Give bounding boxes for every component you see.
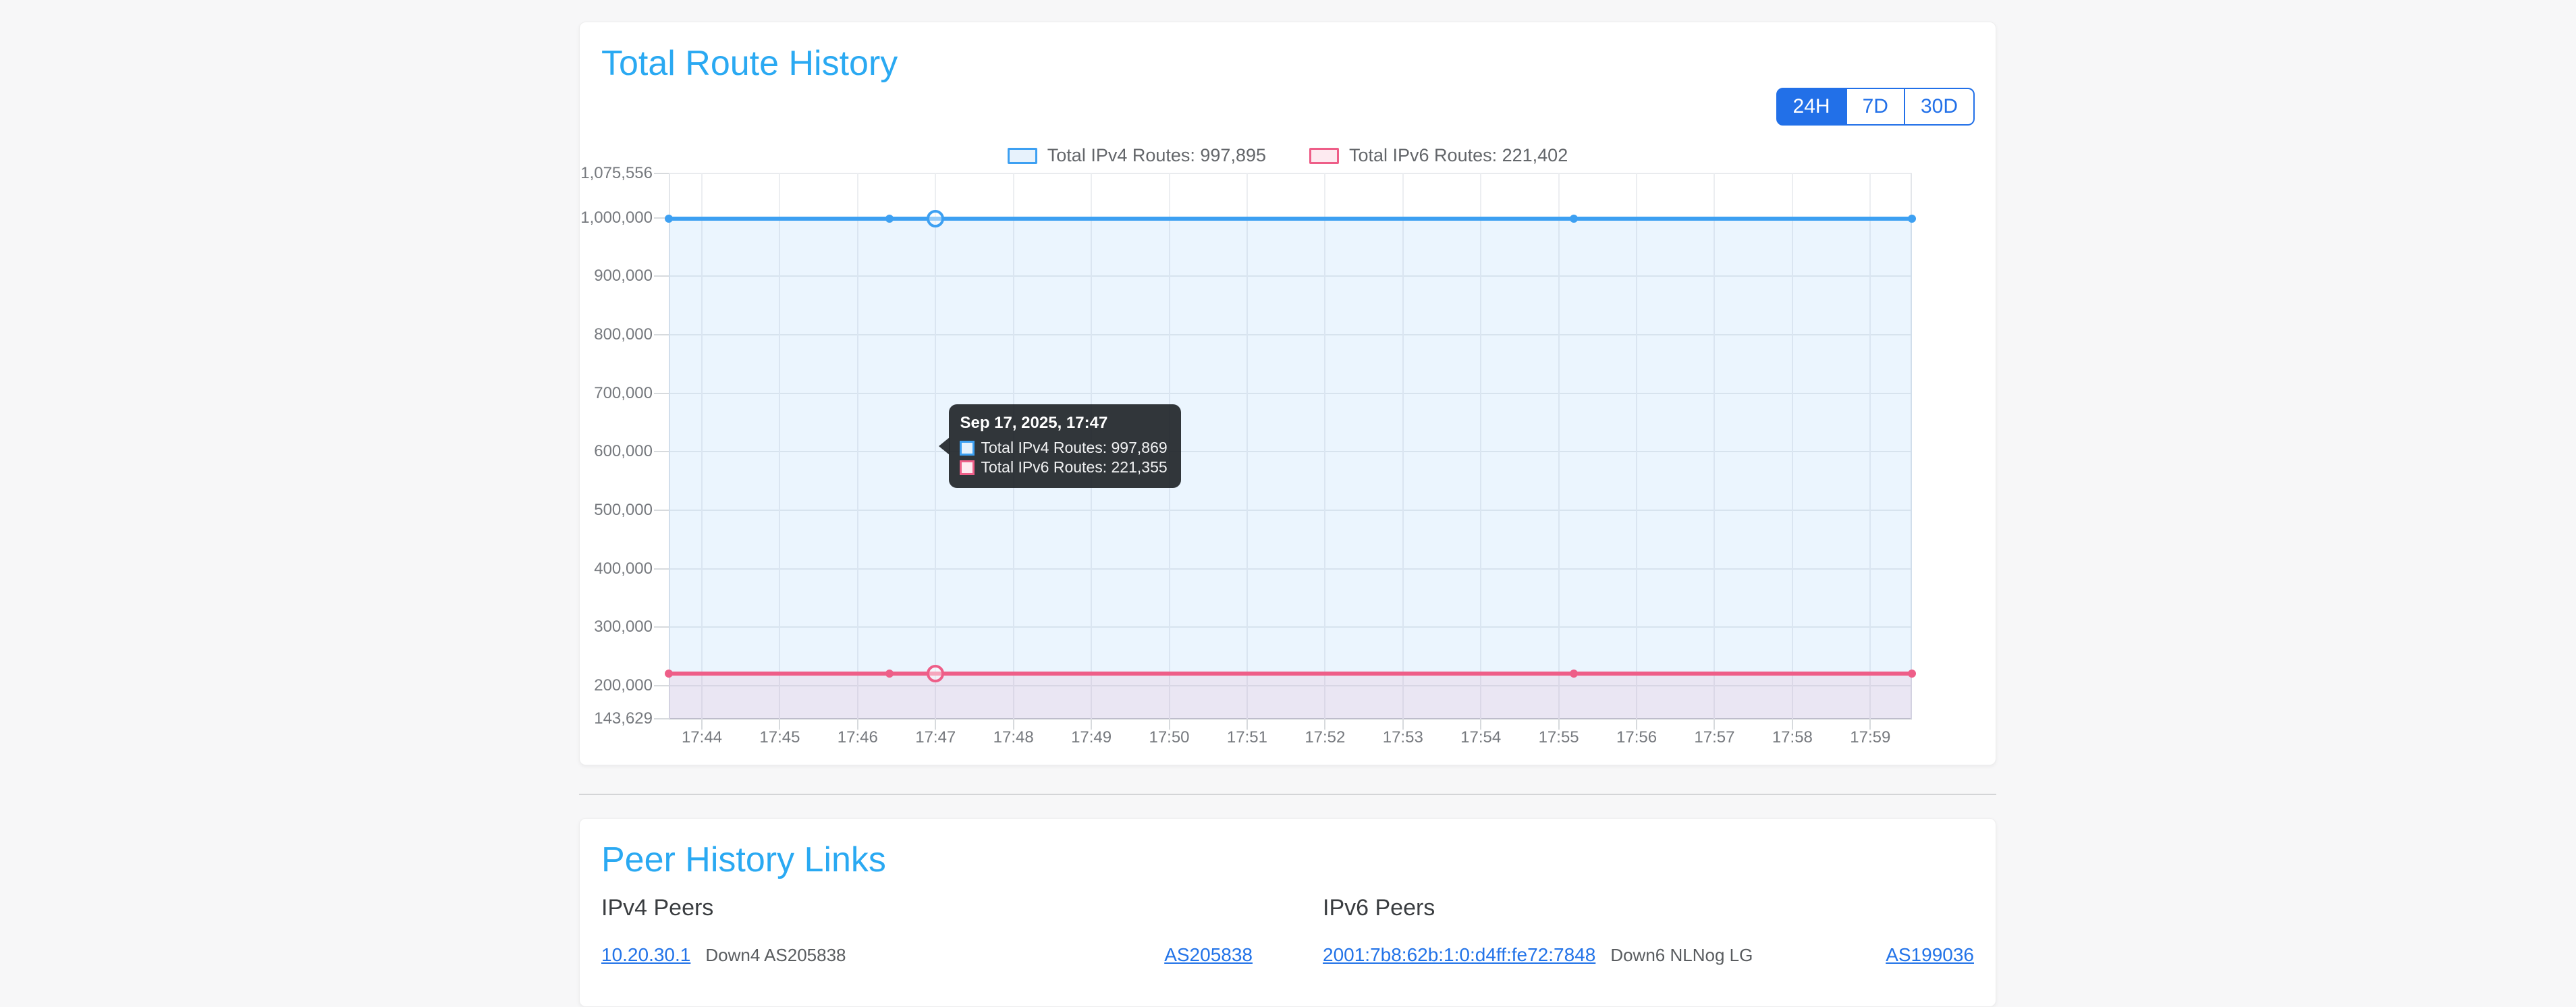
chart-legend: Total IPv4 Routes: 997,895 Total IPv6 Ro… <box>580 145 1996 166</box>
legend-item-ipv4[interactable]: Total IPv4 Routes: 997,895 <box>1008 145 1266 166</box>
series-area-0 <box>669 219 1912 719</box>
section-divider <box>579 794 1996 795</box>
peer-row-ipv4: 10.20.30.1 Down4 AS205838 AS205838 <box>601 944 1253 966</box>
tooltip-row-ipv4: Total IPv4 Routes: 997,869 <box>960 438 1167 458</box>
peer-history-title: Peer History Links <box>601 842 1974 879</box>
route-history-title: Total Route History <box>601 45 898 82</box>
y-axis-label: 800,000 <box>594 325 653 344</box>
y-axis-label: 900,000 <box>594 267 653 285</box>
y-axis-tick <box>654 393 669 394</box>
range-button-7d[interactable]: 7D <box>1846 88 1905 126</box>
x-axis-label: 17:44 <box>682 728 722 747</box>
y-axis-tick <box>654 510 669 511</box>
peer-row-ipv6: 2001:7b8:62b:1:0:d4ff:fe72:7848 Down6 NL… <box>1323 944 1974 966</box>
x-axis-label: 17:54 <box>1460 728 1501 747</box>
legend-label-ipv4: Total IPv4 Routes: 997,895 <box>1047 145 1266 166</box>
y-axis-label: 300,000 <box>594 618 653 636</box>
tooltip-swatch-ipv4-icon <box>960 441 975 456</box>
data-point-marker[interactable] <box>1908 215 1916 223</box>
x-axis-label: 17:56 <box>1616 728 1657 747</box>
ipv6-peers-heading: IPv6 Peers <box>1323 895 1974 921</box>
x-axis-label: 17:59 <box>1850 728 1890 747</box>
y-axis-tick <box>654 173 669 174</box>
data-point-marker[interactable] <box>885 215 894 223</box>
ipv4-peer-asn-link[interactable]: AS205838 <box>1164 944 1253 966</box>
x-axis-label: 17:47 <box>915 728 956 747</box>
x-axis-label: 17:53 <box>1383 728 1423 747</box>
x-axis-label: 17:48 <box>993 728 1034 747</box>
data-point-marker[interactable] <box>885 670 894 678</box>
range-button-24h[interactable]: 24H <box>1776 88 1847 126</box>
x-axis-labels: 17:44 17:45 17:46 17:47 17:48 17:49 17:50 17:51… <box>669 728 1912 755</box>
y-axis-label: 1,075,556 <box>580 164 653 183</box>
tooltip-swatch-ipv6-icon <box>960 460 975 475</box>
ipv6-peer-asn-link[interactable]: AS199036 <box>1886 944 1974 966</box>
y-axis-tick <box>654 451 669 452</box>
y-axis-label: 200,000 <box>594 676 653 695</box>
y-axis-label: 700,000 <box>594 384 653 403</box>
y-axis-tick <box>654 568 669 570</box>
peer-row-ipv6-left: 2001:7b8:62b:1:0:d4ff:fe72:7848 Down6 NL… <box>1323 944 1753 966</box>
x-axis-label: 17:51 <box>1227 728 1267 747</box>
tooltip-title: Sep 17, 2025, 17:47 <box>960 414 1167 433</box>
y-axis-tick <box>654 275 669 277</box>
time-range-button-group: 24H 7D 30D <box>1776 88 1975 126</box>
ipv4-peers-heading: IPv4 Peers <box>601 895 1253 921</box>
y-axis-tick <box>654 626 669 628</box>
series-line-0 <box>669 217 1912 221</box>
x-axis-label: 17:57 <box>1694 728 1734 747</box>
series-area-1 <box>669 674 1912 719</box>
ipv4-peer-address-link[interactable]: 10.20.30.1 <box>601 944 690 966</box>
hovered-point-1 <box>927 665 944 682</box>
ipv6-peer-description: Down6 NLNog LG <box>1610 945 1753 966</box>
hovered-point-0 <box>927 210 944 227</box>
y-axis-tick <box>654 718 669 719</box>
y-axis-label: 500,000 <box>594 501 653 520</box>
series-line-1 <box>669 672 1912 676</box>
peer-columns: IPv4 Peers 10.20.30.1 Down4 AS205838 AS2… <box>601 895 1974 966</box>
x-axis-label: 17:58 <box>1772 728 1813 747</box>
data-point-marker[interactable] <box>1908 670 1916 678</box>
y-axis-label: 400,000 <box>594 560 653 578</box>
route-history-card: Total Route History 24H 7D 30D Total IPv… <box>579 22 1996 765</box>
x-axis-label: 17:45 <box>759 728 800 747</box>
route-history-header: Total Route History 24H 7D 30D <box>580 22 1996 126</box>
tooltip-row-ipv6: Total IPv6 Routes: 221,355 <box>960 458 1167 477</box>
y-axis-labels: 1,075,5561,000,000900,000800,000700,0006… <box>580 173 653 719</box>
chart-plot[interactable]: Sep 17, 2025, 17:47 Total IPv4 Routes: 9… <box>669 173 1912 719</box>
data-point-marker[interactable] <box>665 670 673 678</box>
legend-item-ipv6[interactable]: Total IPv6 Routes: 221,402 <box>1309 145 1568 166</box>
y-axis-label: 143,629 <box>594 709 653 728</box>
legend-swatch-ipv4-icon <box>1008 148 1037 164</box>
ipv4-peers-column: IPv4 Peers 10.20.30.1 Down4 AS205838 AS2… <box>601 895 1253 966</box>
gridline-horizontal <box>669 173 1912 174</box>
x-axis-label: 17:46 <box>838 728 878 747</box>
page-content: Total Route History 24H 7D 30D Total IPv… <box>579 0 1996 1007</box>
x-axis-label: 17:50 <box>1149 728 1189 747</box>
x-axis-label: 17:55 <box>1539 728 1579 747</box>
ipv4-peer-description: Down4 AS205838 <box>705 945 846 966</box>
ipv6-peers-column: IPv6 Peers 2001:7b8:62b:1:0:d4ff:fe72:78… <box>1323 895 1974 966</box>
legend-label-ipv6: Total IPv6 Routes: 221,402 <box>1349 145 1568 166</box>
tooltip-caret-icon <box>939 437 950 455</box>
tooltip-label-ipv4: Total IPv4 Routes: 997,869 <box>981 438 1167 458</box>
y-axis-tick <box>654 334 669 335</box>
peer-history-card: Peer History Links IPv4 Peers 10.20.30.1… <box>579 818 1996 1007</box>
data-point-marker[interactable] <box>1570 670 1578 678</box>
data-point-marker[interactable] <box>665 215 673 223</box>
data-point-marker[interactable] <box>1570 215 1578 223</box>
y-axis-label: 1,000,000 <box>580 209 653 227</box>
ipv6-peer-address-link[interactable]: 2001:7b8:62b:1:0:d4ff:fe72:7848 <box>1323 944 1595 966</box>
peer-row-ipv4-left: 10.20.30.1 Down4 AS205838 <box>601 944 846 966</box>
y-axis-label: 600,000 <box>594 442 653 461</box>
chart-tooltip: Sep 17, 2025, 17:47 Total IPv4 Routes: 9… <box>949 404 1180 488</box>
x-axis-label: 17:52 <box>1305 728 1345 747</box>
range-button-30d[interactable]: 30D <box>1904 88 1975 126</box>
legend-swatch-ipv6-icon <box>1309 148 1339 164</box>
tooltip-label-ipv6: Total IPv6 Routes: 221,355 <box>981 458 1167 477</box>
x-axis-label: 17:49 <box>1071 728 1112 747</box>
y-axis-tick <box>654 685 669 686</box>
